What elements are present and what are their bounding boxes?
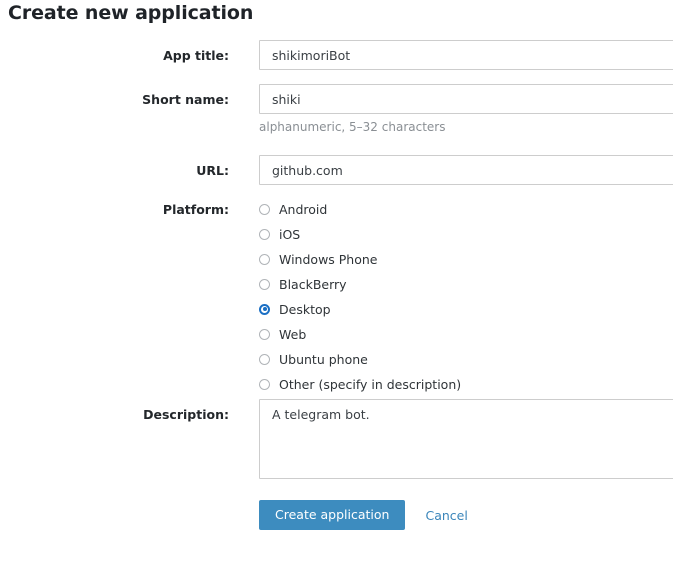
description-label: Description: [143, 407, 229, 422]
radio-icon [259, 278, 270, 290]
short-name-label: Short name: [142, 92, 229, 107]
cancel-link[interactable]: Cancel [425, 508, 467, 523]
platform-option-web[interactable]: Web [259, 325, 306, 343]
platform-option-desktop[interactable]: Desktop [259, 300, 331, 318]
radio-selected-icon [259, 303, 270, 315]
url-input[interactable] [259, 155, 673, 185]
radio-icon [259, 328, 270, 340]
radio-icon [259, 353, 270, 365]
form-row-description: Description: [0, 399, 673, 500]
create-application-button[interactable]: Create application [259, 500, 406, 530]
form-actions: Create application Cancel [259, 500, 468, 530]
platform-option-label: Windows Phone [279, 251, 378, 267]
platform-option-windows-phone[interactable]: Windows Phone [259, 250, 378, 268]
radio-icon [259, 378, 270, 390]
platform-option-other[interactable]: Other (specify in description) [259, 375, 461, 393]
form-row-short-name: Short name: alphanumeric, 5–32 character… [0, 82, 673, 152]
short-name-input[interactable] [259, 84, 673, 114]
platform-option-android[interactable]: Android [259, 200, 327, 218]
platform-option-label: Android [279, 201, 328, 217]
platform-option-label: Ubuntu phone [279, 351, 368, 367]
app-title-control [259, 40, 673, 70]
description-textarea[interactable] [259, 399, 673, 479]
form-row-actions: Create application Cancel [0, 500, 673, 540]
platform-option-label: BlackBerry [279, 276, 347, 292]
form-row-platform: Platform: Android iOS Windows Phone Blac… [0, 200, 673, 405]
create-application-form: App title: Short name: alphanumeric, 5–3… [0, 38, 673, 540]
radio-icon [259, 203, 270, 215]
url-label: URL: [196, 163, 229, 178]
platform-option-label: Web [279, 326, 307, 342]
platform-option-label: Other (specify in description) [279, 376, 462, 392]
page-title: Create new application [8, 2, 254, 24]
short-name-help-text: alphanumeric, 5–32 characters [259, 120, 446, 134]
form-row-app-title: App title: [0, 38, 673, 82]
platform-option-blackberry[interactable]: BlackBerry [259, 275, 347, 293]
url-control [259, 155, 673, 185]
platform-label: Platform: [162, 202, 229, 217]
short-name-control [259, 84, 673, 114]
description-control [259, 399, 673, 479]
radio-icon [259, 228, 270, 240]
platform-option-ubuntu-phone[interactable]: Ubuntu phone [259, 350, 368, 368]
app-title-label: App title: [163, 48, 229, 63]
radio-icon [259, 253, 270, 265]
platform-option-label: iOS [279, 226, 301, 242]
platform-option-ios[interactable]: iOS [259, 225, 300, 243]
app-title-input[interactable] [259, 40, 673, 70]
form-row-url: URL: [0, 152, 673, 200]
platform-option-label: Desktop [279, 301, 331, 317]
